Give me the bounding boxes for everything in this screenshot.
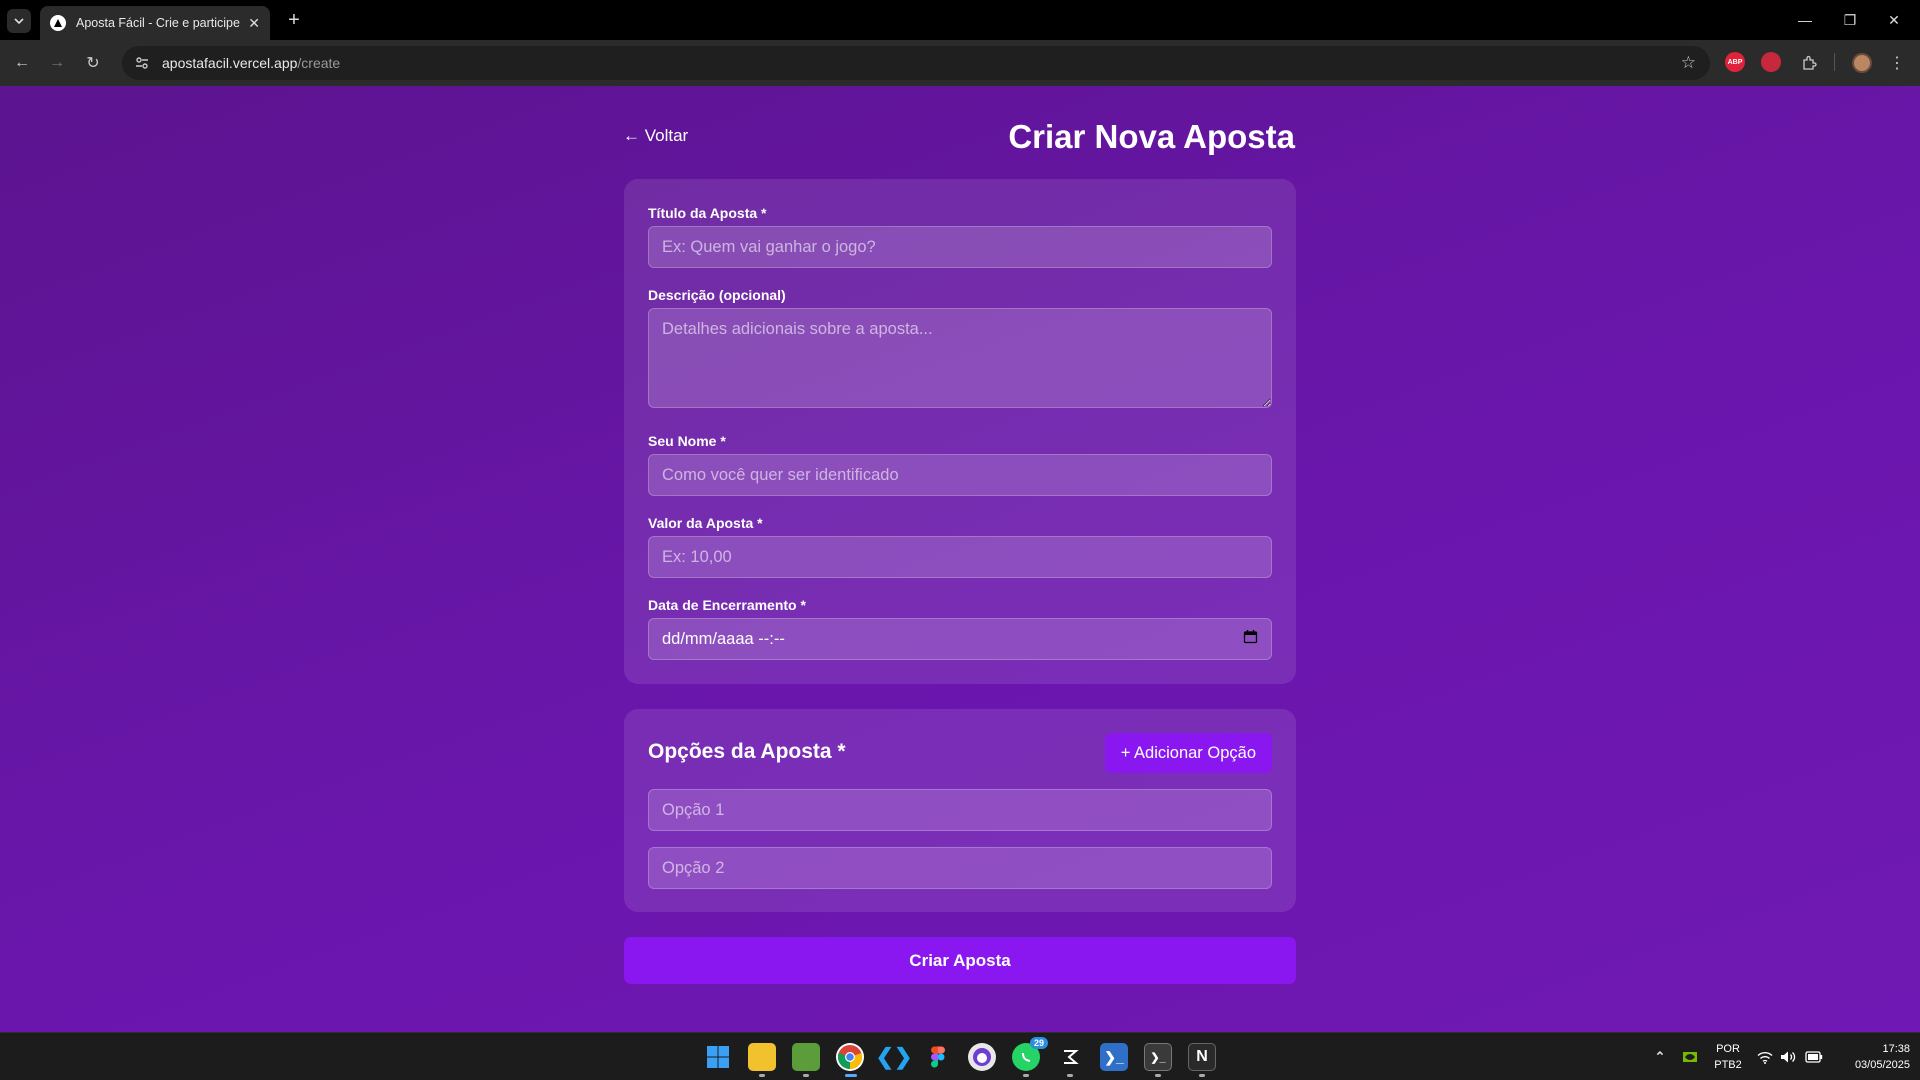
page-content: ← Voltar Criar Nova Aposta Título da Apo… [0,86,1920,1032]
whatsapp-badge: 29 [1029,1037,1048,1049]
date-placeholder: dd/mm/aaaa --:-- [662,629,785,648]
browser-tab-strip: Aposta Fácil - Crie e participe d ✕ + — … [0,0,1920,40]
your-name-input[interactable] [648,454,1272,496]
figma-icon[interactable] [924,1043,952,1071]
bookmark-star-icon[interactable]: ☆ [1681,53,1696,73]
restore-window-icon[interactable]: ❐ [1832,0,1868,40]
forward-arrow-icon[interactable]: → [45,51,69,75]
create-bet-button[interactable]: Criar Aposta [624,937,1296,984]
vscode-icon[interactable]: ❮❯ [876,1043,913,1071]
calendar-icon[interactable] [1243,629,1258,649]
page-title: Criar Nova Aposta [1008,118,1295,155]
options-title: Opções da Aposta * [648,740,846,763]
address-bar[interactable]: apostafacil.vercel.app/create ☆ [122,46,1710,80]
new-tab-button[interactable]: + [282,8,306,32]
app-dark-icon[interactable] [1056,1043,1084,1071]
option-input-2[interactable] [648,847,1272,889]
powershell-icon[interactable]: ❯_ [1100,1043,1128,1071]
whatsapp-icon[interactable]: 29 [1012,1037,1048,1071]
reload-icon[interactable]: ↻ [81,51,105,75]
file-explorer-icon[interactable] [748,1043,776,1071]
option-input-1[interactable] [648,789,1272,831]
windows-taskbar: ❮❯ 29 ❯_ ❯_ N ⌃ POR PTB2 17:38 03/05/202… [0,1032,1920,1080]
name-label: Seu Nome * [648,433,726,449]
show-hidden-icons-chevron-icon[interactable]: ⌃ [1646,1043,1674,1071]
end-date-label: Data de Encerramento * [648,597,806,613]
url-path: /create [297,55,341,71]
browser-tab-active[interactable]: Aposta Fácil - Crie e participe d ✕ [40,6,270,40]
terminal-icon[interactable]: ❯_ [1144,1043,1172,1071]
volume-icon[interactable] [1774,1043,1802,1071]
browser-toolbar: ← → ↻ apostafacil.vercel.app/create ☆ AB… [0,40,1920,86]
value-label: Valor da Aposta * [648,515,763,531]
site-info-icon[interactable] [134,55,150,71]
description-label: Descrição (opcional) [648,287,786,303]
tab-search-button[interactable] [7,9,31,33]
keyboard-layout-indicator[interactable]: PTB2 [1714,1059,1742,1071]
running-indicator [1155,1074,1161,1077]
chrome-icon[interactable] [836,1043,864,1071]
toolbar-divider [1834,53,1835,71]
github-desktop-icon[interactable] [968,1043,996,1071]
vercel-favicon-icon [50,15,66,31]
add-option-button[interactable]: + Adicionar Opção [1104,733,1272,773]
running-indicator [1199,1074,1205,1077]
tab-title: Aposta Fácil - Crie e participe d [76,16,241,30]
bet-options-card: Opções da Aposta * + Adicionar Opção [624,709,1296,912]
back-link[interactable]: ← Voltar [623,126,688,146]
close-window-icon[interactable]: ✕ [1876,0,1912,40]
windows-start-icon[interactable] [704,1043,732,1071]
running-indicator [1067,1074,1073,1077]
back-arrow-icon[interactable]: ← [10,51,34,75]
close-tab-icon[interactable]: ✕ [248,15,260,32]
chevron-down-icon [14,18,24,25]
running-indicator [1023,1074,1029,1077]
running-indicator [803,1074,809,1077]
minimize-window-icon[interactable]: — [1787,0,1823,40]
bet-value-input[interactable] [648,536,1272,578]
battery-icon[interactable] [1800,1043,1828,1071]
adblock-plus-icon[interactable]: ABP [1725,52,1745,72]
running-indicator [759,1074,765,1077]
profile-avatar[interactable] [1850,51,1874,75]
url-host: apostafacil.vercel.app [162,55,298,71]
extension-red-icon[interactable] [1761,52,1781,72]
notepad-app-icon[interactable] [792,1043,820,1071]
notion-icon[interactable]: N [1188,1043,1216,1071]
clock-time[interactable]: 17:38 [1834,1043,1910,1055]
extensions-puzzle-icon[interactable] [1797,51,1821,75]
bet-form-card: Título da Aposta * Descrição (opcional) … [624,179,1296,684]
browser-menu-icon[interactable]: ⋮ [1885,51,1909,75]
clock-date[interactable]: 03/05/2025 [1834,1059,1910,1071]
active-indicator [845,1074,857,1077]
language-indicator[interactable]: POR [1714,1043,1742,1055]
end-date-input[interactable]: dd/mm/aaaa --:-- [648,618,1272,660]
bet-title-input[interactable] [648,226,1272,268]
bet-description-textarea[interactable] [648,308,1272,408]
title-label: Título da Aposta * [648,205,767,221]
nvidia-tray-icon[interactable] [1676,1043,1704,1071]
